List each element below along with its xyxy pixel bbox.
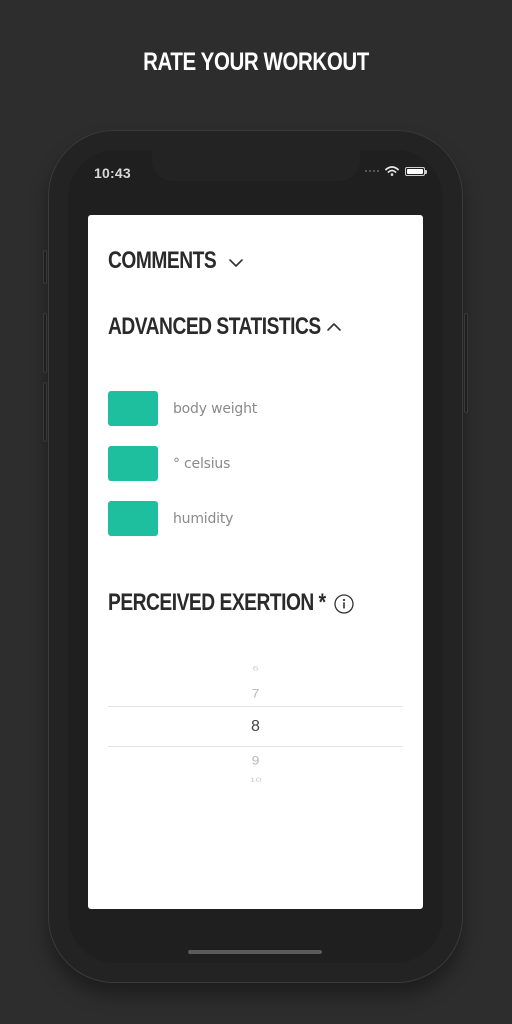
stat-row-celsius[interactable]: ° celsius xyxy=(108,446,230,481)
exertion-picker[interactable]: 6 7 8 9 10 xyxy=(108,655,403,805)
picker-option-7[interactable]: 7 xyxy=(108,686,403,700)
picker-option-6[interactable]: 6 xyxy=(108,666,403,673)
status-bar-icons xyxy=(365,166,427,176)
celsius-label: ° celsius xyxy=(173,455,231,472)
body-weight-label: body weight xyxy=(173,400,258,417)
humidity-input[interactable] xyxy=(108,501,158,536)
picker-option-10[interactable]: 10 xyxy=(108,776,403,783)
phone-screen: 10:43 COMMENTS ADVANCED STATISTICS body … xyxy=(68,150,443,963)
celsius-input[interactable] xyxy=(108,446,158,481)
stat-row-humidity[interactable]: humidity xyxy=(108,501,233,536)
phone-volume-down-button xyxy=(43,382,47,442)
phone-power-button xyxy=(464,313,468,413)
picker-option-8-selected[interactable]: 8 xyxy=(108,718,403,736)
status-bar-time: 10:43 xyxy=(94,165,131,181)
page-headline: RATE YOUR WORKOUT xyxy=(143,48,369,76)
phone-volume-up-button xyxy=(43,313,47,373)
comments-section-title[interactable]: COMMENTS xyxy=(108,247,217,275)
advanced-statistics-section-title[interactable]: ADVANCED STATISTICS xyxy=(108,313,321,341)
phone-mute-switch xyxy=(43,250,47,284)
signal-dots-icon xyxy=(365,170,379,172)
stat-row-body-weight[interactable]: body weight xyxy=(108,391,257,426)
perceived-exertion-section-title: PERCEIVED EXERTION * xyxy=(108,589,326,616)
humidity-label: humidity xyxy=(173,510,234,527)
picker-selection-bottom-line xyxy=(108,746,403,747)
body-weight-input[interactable] xyxy=(108,391,158,426)
wifi-icon xyxy=(385,166,399,176)
workout-rating-card: COMMENTS ADVANCED STATISTICS body weight… xyxy=(88,215,423,909)
chevron-up-icon[interactable] xyxy=(326,322,342,332)
picker-selection-top-line xyxy=(108,706,403,707)
picker-option-9[interactable]: 9 xyxy=(108,753,403,767)
info-icon[interactable] xyxy=(334,594,354,614)
home-indicator[interactable] xyxy=(188,950,322,954)
phone-frame: 10:43 COMMENTS ADVANCED STATISTICS body … xyxy=(43,130,468,983)
chevron-down-icon[interactable] xyxy=(228,258,244,268)
phone-notch xyxy=(152,150,360,181)
battery-icon xyxy=(405,166,427,176)
